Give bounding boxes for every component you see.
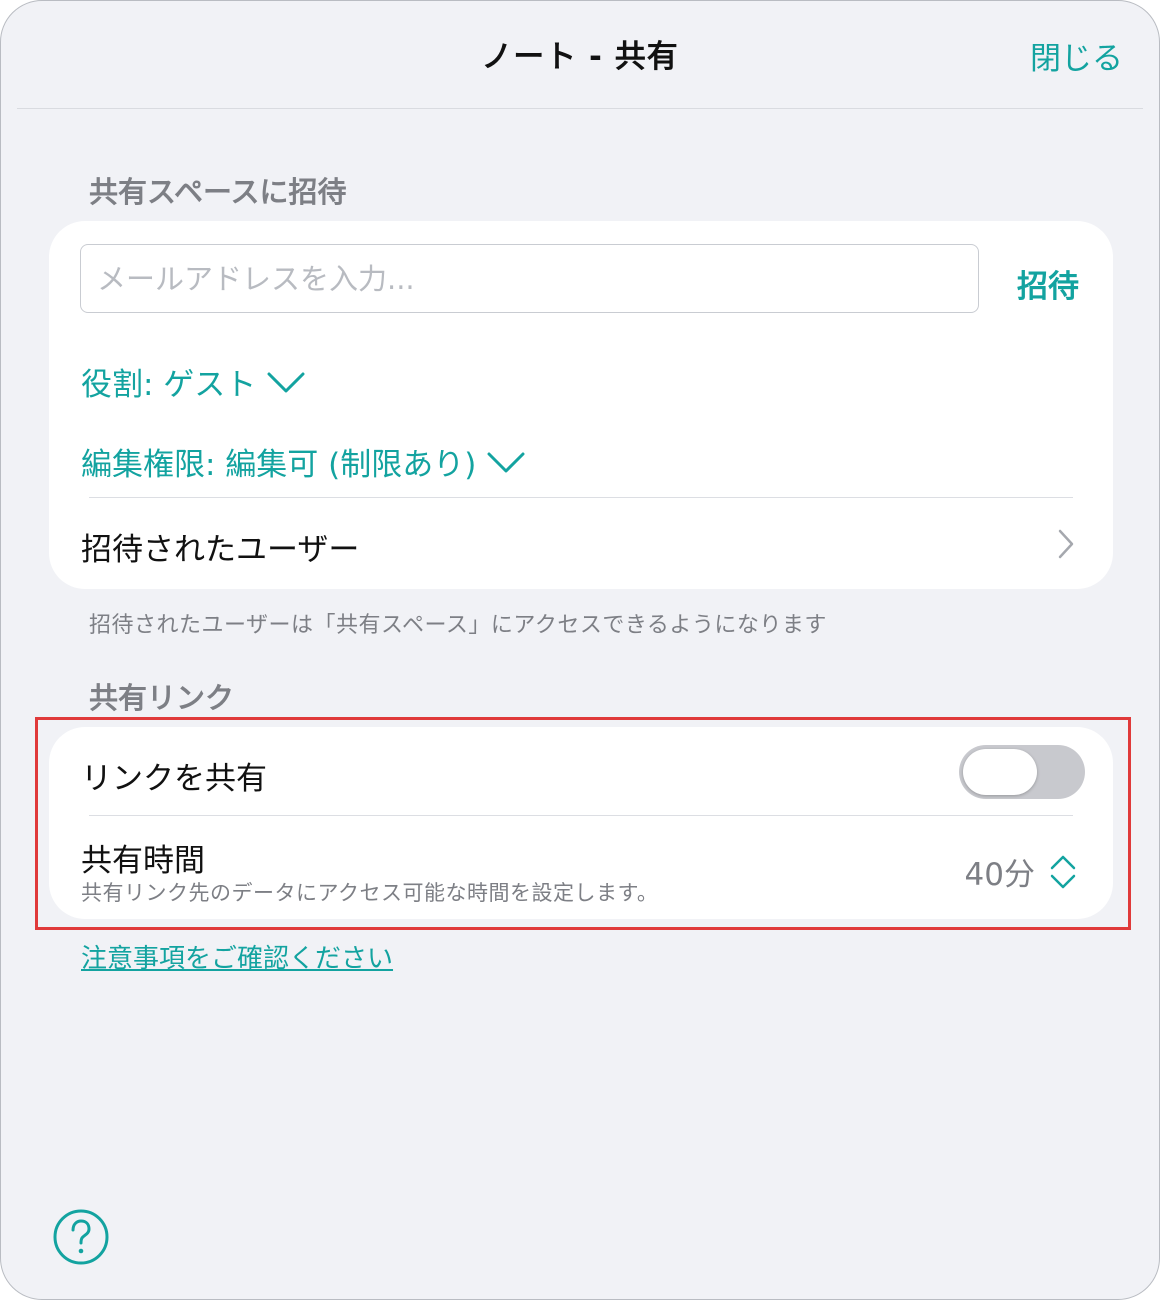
invited-users-label: 招待されたユーザー <box>81 532 360 568</box>
notice-link[interactable]: 注意事項をご確認ください <box>81 938 393 975</box>
invite-note: 招待されたユーザーは「共有スペース」にアクセスできるようになります <box>89 613 827 638</box>
close-button[interactable]: 閉じる <box>1030 33 1123 78</box>
invite-card: 招待 役割: ゲスト 編集権限: 編集可 (制限あり) 招待されたユーザー <box>49 221 1113 589</box>
invited-users-row[interactable]: 招待されたユーザー <box>49 498 1113 589</box>
page-title: ノート - 共有 <box>481 39 679 75</box>
share-sheet: ノート - 共有 閉じる 共有スペースに招待 招待 役割: ゲスト 編集権限: … <box>0 0 1160 1300</box>
chevron-down-icon <box>267 372 305 392</box>
permission-label: 編集権限: 編集可 (制限あり) <box>81 447 477 483</box>
highlight-box <box>35 717 1131 930</box>
invite-button[interactable]: 招待 <box>1017 261 1079 306</box>
email-input[interactable] <box>80 244 979 313</box>
role-label: 役割: ゲスト <box>81 367 257 403</box>
permission-dropdown[interactable]: 編集権限: 編集可 (制限あり) <box>81 439 526 484</box>
chevron-down-icon <box>487 452 525 472</box>
chevron-right-icon <box>1058 529 1074 559</box>
invite-section-title: 共有スペースに招待 <box>89 175 347 209</box>
header-divider <box>17 108 1143 109</box>
help-circle-icon[interactable] <box>53 1209 109 1265</box>
share-link-section-title: 共有リンク <box>89 681 235 715</box>
role-dropdown[interactable]: 役割: ゲスト <box>81 359 306 404</box>
